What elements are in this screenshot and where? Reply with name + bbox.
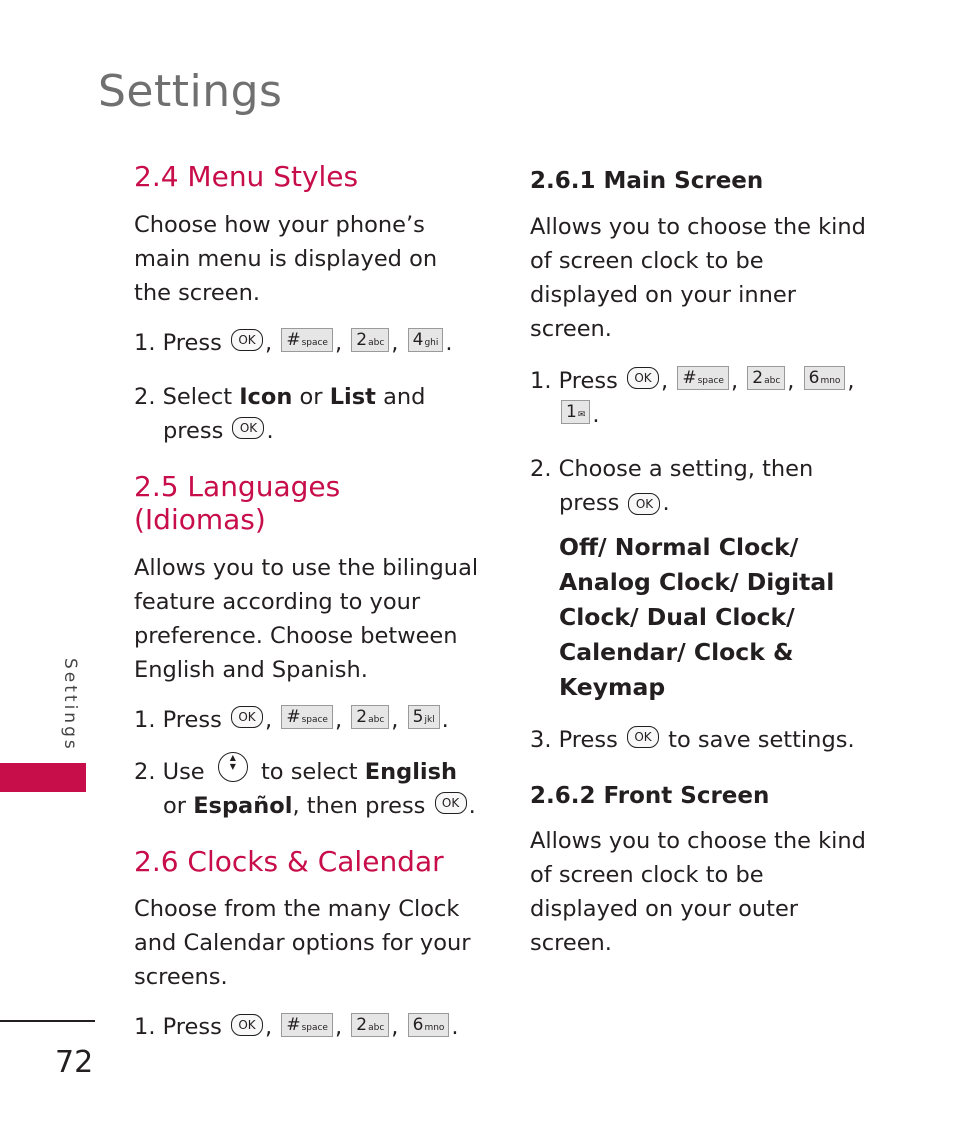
ok-key-icon: OK: [627, 367, 659, 390]
subsection-heading: 2.6.1 Main Screen: [530, 168, 764, 194]
key-2-icon: 2abc: [351, 1012, 390, 1037]
section-intro: Allows you to use the bilingual feature …: [134, 554, 479, 683]
footer-divider: [0, 1020, 95, 1022]
key-2-icon: 2abc: [747, 366, 786, 391]
section-intro: Choose how your phone’s main menu is dis…: [134, 211, 438, 306]
step-2: 2. Choose a setting, then press OK.: [530, 455, 814, 516]
key-1-voicemail-icon: 1✉: [561, 400, 591, 425]
key-6-icon: 6mno: [803, 366, 846, 391]
section-heading: 2.5 Languages (Idiomas): [134, 469, 341, 537]
section-languages: 2.5 Languages (Idiomas) Allows you to us…: [134, 470, 479, 823]
clock-options: Off/ Normal Clock/ Analog Clock/ Digital…: [559, 532, 835, 701]
nav-up-down-icon: ▲ ▼: [217, 752, 248, 783]
left-column: 2.4 Menu Styles Choose how your phone’s …: [134, 160, 479, 1044]
hash-key-icon: #space: [281, 328, 333, 353]
step-2: 2. Use ▲ ▼ to select English or Español, …: [134, 752, 476, 819]
section-main-screen: 2.6.1 Main Screen Allows you to choose t…: [530, 168, 875, 757]
hash-key-icon: #space: [677, 366, 729, 391]
key-4-icon: 4ghi: [407, 328, 444, 353]
page-number: 72: [55, 1045, 94, 1080]
section-front-screen: 2.6.2 Front Screen Allows you to choose …: [530, 783, 875, 961]
ok-key-icon: OK: [231, 706, 263, 729]
step-1: 1. Press OK, #space, 2abc, 4ghi.: [134, 328, 453, 356]
ok-key-icon: OK: [627, 726, 659, 749]
side-chapter-label: Settings: [60, 658, 80, 752]
section-heading: 2.4 Menu Styles: [134, 160, 359, 193]
step-3: 3. Press OK to save settings.: [530, 726, 855, 753]
key-5-icon: 5jkl: [407, 705, 440, 730]
ok-key-icon: OK: [232, 417, 265, 440]
key-2-icon: 2abc: [351, 705, 390, 730]
step-2: 2. Select Icon or List and press OK.: [134, 383, 426, 444]
right-column: 2.6.1 Main Screen Allows you to choose t…: [530, 168, 875, 960]
section-intro: Allows you to choose the kind of screen …: [530, 213, 866, 342]
key-6-icon: 6mno: [407, 1012, 450, 1037]
section-intro: Choose from the many Clock and Calendar …: [134, 896, 471, 991]
section-intro: Allows you to choose the kind of screen …: [530, 828, 866, 957]
ok-key-icon: OK: [434, 792, 467, 815]
subsection-heading: 2.6.2 Front Screen: [530, 782, 770, 809]
ok-key-icon: OK: [231, 1013, 263, 1036]
step-1: 1. Press OK, #space, 2abc, 5jkl.: [134, 705, 449, 733]
section-menu-styles: 2.4 Menu Styles Choose how your phone’s …: [134, 160, 479, 448]
hash-key-icon: #space: [281, 705, 333, 730]
chapter-tab-marker: [0, 763, 86, 792]
section-heading: 2.6 Clocks & Calendar: [134, 844, 444, 878]
page-title: Settings: [98, 66, 283, 117]
step-1: 1. Press OK, #space, 2abc, 6mno.: [134, 1012, 459, 1041]
key-2-icon: 2abc: [351, 328, 390, 353]
section-clocks: 2.6 Clocks & Calendar Choose from the ma…: [134, 845, 479, 1045]
step-1: 1. Press OK, #space, 2abc, 6mno, 1✉.: [530, 366, 855, 428]
ok-key-icon: OK: [628, 493, 661, 516]
ok-key-icon: OK: [231, 329, 263, 352]
hash-key-icon: #space: [281, 1012, 333, 1037]
